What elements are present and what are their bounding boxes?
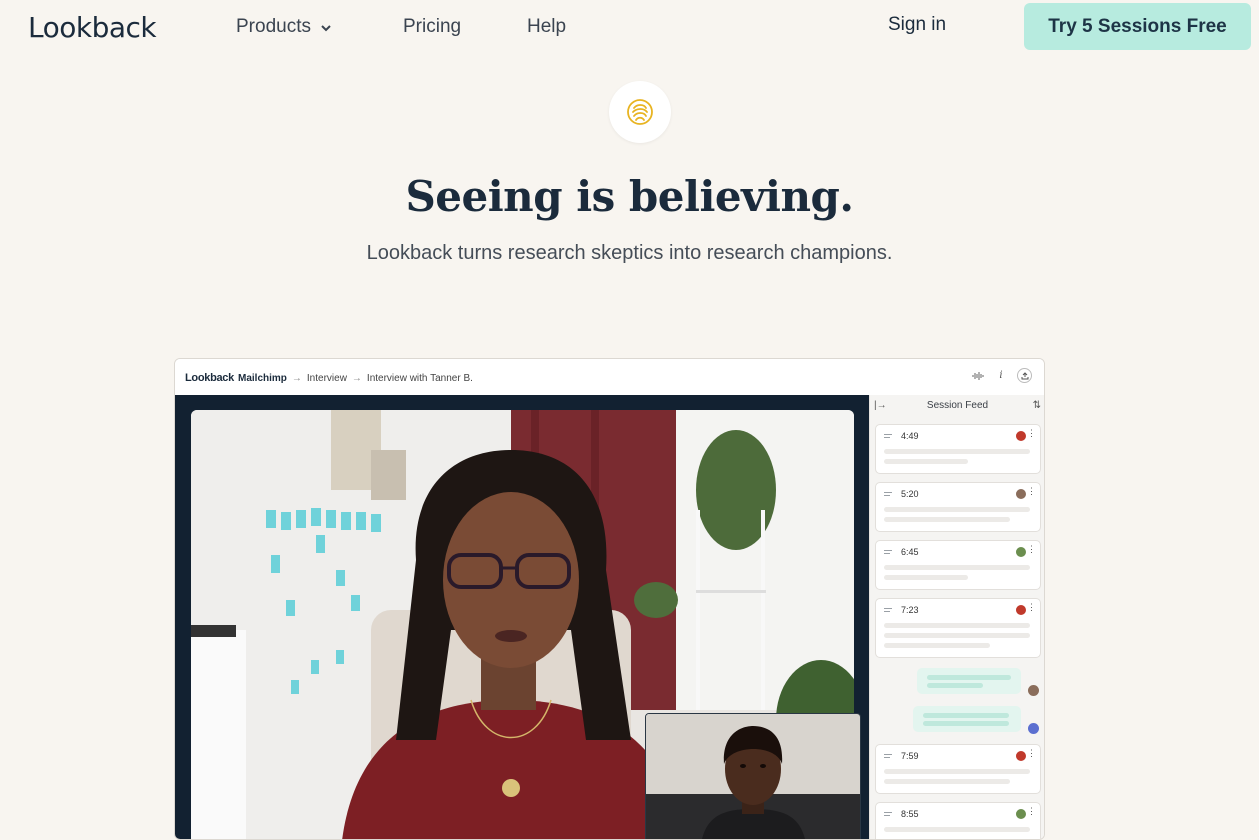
interviewer-video-frame [646, 714, 860, 839]
avatar [1016, 547, 1026, 557]
sign-in-link[interactable]: Sign in [888, 14, 946, 36]
try-free-button[interactable]: Try 5 Sessions Free [1024, 3, 1251, 50]
nav-help-link[interactable]: Help [527, 16, 566, 38]
note-icon [884, 550, 893, 556]
avatar [1016, 489, 1026, 499]
session-feed-header: |→ Session Feed ⇅ [870, 395, 1044, 417]
chevron-down-icon [321, 25, 331, 32]
feed-card[interactable]: 7:59 ⋮ [875, 744, 1041, 794]
breadcrumb-separator: → [291, 373, 302, 384]
feed-card[interactable]: 5:20 ⋮ [875, 482, 1041, 532]
feed-card-time: 6:45 [901, 547, 919, 557]
chat-bubble [917, 668, 1021, 694]
feed-card-time: 7:59 [901, 751, 919, 761]
feed-card-time: 4:49 [901, 431, 919, 441]
breadcrumb: Mailchimp → Interview → Interview with T… [238, 373, 473, 384]
avatar [1016, 605, 1026, 615]
chat-bubble [913, 706, 1021, 732]
feed-card-time: 5:20 [901, 489, 919, 499]
more-icon[interactable]: ⋮ [1027, 603, 1036, 612]
more-icon[interactable]: ⋮ [1027, 429, 1036, 438]
interviewer-video[interactable] [645, 713, 861, 839]
more-icon[interactable]: ⋮ [1027, 545, 1036, 554]
avatar [1016, 809, 1026, 819]
note-icon [884, 754, 893, 760]
app-topbar: Lookback Mailchimp → Interview → Intervi… [175, 359, 1044, 396]
waveform-icon [971, 369, 985, 383]
app-toolbar: i [971, 368, 1032, 383]
breadcrumb-project: Mailchimp [238, 373, 287, 384]
feed-card[interactable]: 4:49 ⋮ [875, 424, 1041, 474]
feed-card[interactable]: 8:55 ⋮ [875, 802, 1041, 839]
nav-pricing-link[interactable]: Pricing [403, 16, 461, 38]
feed-card-time: 8:55 [901, 809, 919, 819]
breadcrumb-type: Interview [306, 373, 347, 384]
info-icon: i [999, 370, 1003, 381]
session-feed: |→ Session Feed ⇅ 4:49 ⋮ 5:20 ⋮ 6:45 ⋮ 7… [869, 395, 1044, 839]
note-icon [884, 434, 893, 440]
nav-products-label: Products [236, 16, 311, 37]
app-logo: Lookback [185, 372, 234, 384]
more-icon[interactable]: ⋮ [1027, 807, 1036, 816]
breadcrumb-separator: → [351, 373, 362, 384]
feed-card[interactable]: 6:45 ⋮ [875, 540, 1041, 590]
note-icon [884, 608, 893, 614]
avatar [1016, 751, 1026, 761]
hero-badge [609, 81, 671, 143]
nav-products-dropdown[interactable]: Products [236, 16, 331, 38]
note-icon [884, 492, 893, 498]
avatar [1016, 431, 1026, 441]
video-stage [175, 395, 869, 839]
feed-card[interactable]: 7:23 ⋮ [875, 598, 1041, 658]
more-icon[interactable]: ⋮ [1027, 749, 1036, 758]
hero-title: Seeing is believing. [405, 172, 854, 221]
collapse-icon[interactable]: |→ [874, 395, 887, 417]
share-icon [1017, 368, 1032, 383]
more-icon[interactable]: ⋮ [1027, 487, 1036, 496]
lookback-logo[interactable]: Lookback [28, 11, 157, 44]
spiral-eye-icon [627, 99, 653, 125]
app-preview: Lookback Mailchimp → Interview → Intervi… [174, 358, 1045, 840]
filter-icon[interactable]: ⇅ [1033, 395, 1041, 417]
session-feed-title: Session Feed [926, 400, 989, 411]
note-icon [884, 812, 893, 818]
avatar [1028, 723, 1039, 734]
breadcrumb-session: Interview with Tanner B. [366, 373, 473, 384]
avatar [1028, 685, 1039, 696]
feed-card-time: 7:23 [901, 605, 919, 615]
hero-subtitle: Lookback turns research skeptics into re… [366, 242, 893, 264]
